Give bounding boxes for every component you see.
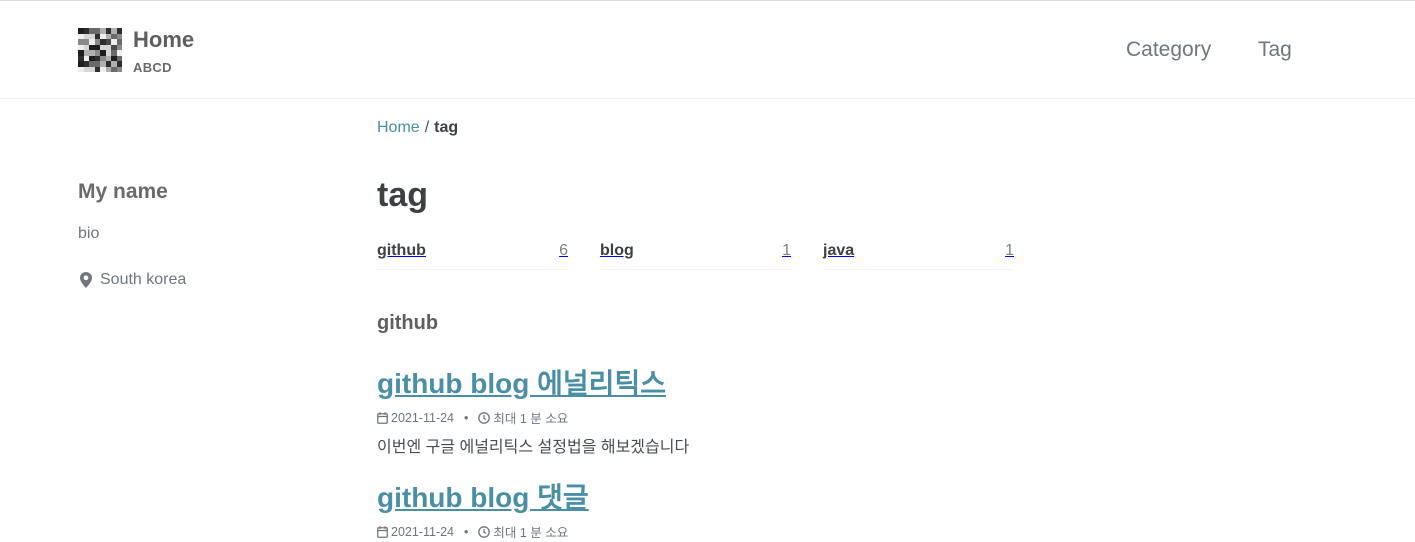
breadcrumb-current: tag [434, 119, 459, 136]
author-location-label: South korea [100, 271, 187, 288]
clock-icon [478, 411, 491, 424]
tag-index-item-java[interactable]: java 1 [823, 242, 1014, 270]
nav-link-tag[interactable]: Tag [1258, 38, 1292, 62]
author-bio: bio [78, 225, 100, 242]
post-meta: 2021-11-24 • 최대 1 분 소요 [377, 408, 689, 427]
calendar-icon [377, 525, 388, 538]
tag-name: blog [600, 242, 634, 259]
author-name: My name [78, 180, 168, 203]
calendar-icon [377, 411, 388, 424]
breadcrumb-home-link[interactable]: Home [377, 119, 420, 136]
page-title: tag [377, 176, 428, 214]
map-marker-icon [80, 272, 92, 288]
post-excerpt: 이번엔 구글 에널리틱스 설정법을 해보겠습니다 [377, 439, 690, 456]
breadcrumb: Home / tag [377, 119, 458, 137]
clock-icon [478, 525, 491, 538]
tag-section-title: github [377, 312, 439, 334]
tag-index-item-blog[interactable]: blog 1 [600, 242, 791, 270]
post-read-time: 최대 1 분 소요 [493, 412, 569, 426]
post-list-item: github blog 에널리틱스 2021-11-24 • 최대 1 분 소요… [377, 362, 689, 457]
tag-count: 1 [1005, 242, 1014, 259]
tag-name: github [377, 242, 426, 259]
nav-link-category[interactable]: Category [1126, 38, 1211, 62]
tag-count: 6 [559, 242, 568, 259]
post-title-link[interactable]: github blog 에널리틱스 [377, 362, 689, 402]
author-location: South korea [80, 271, 186, 289]
site-subtitle: ABCD [133, 60, 172, 75]
meta-separator-dot: • [464, 410, 469, 425]
post-title-link[interactable]: github blog 댓글 [377, 476, 589, 516]
tag-count: 1 [782, 242, 791, 259]
post-read-time: 최대 1 분 소요 [493, 526, 569, 540]
meta-separator-dot: • [464, 524, 469, 539]
site-title-link[interactable]: Home [133, 27, 194, 53]
masthead: Home ABCD Category Tag [0, 1, 1415, 99]
post-date: 2021-11-24 [391, 524, 455, 539]
tag-index: github 6 blog 1 java 1 [377, 242, 1046, 270]
tag-name: java [823, 242, 855, 259]
breadcrumb-separator: / [424, 119, 430, 136]
site-logo-image[interactable] [78, 28, 122, 72]
tag-index-item-github[interactable]: github 6 [377, 242, 568, 270]
post-date: 2021-11-24 [391, 410, 455, 425]
post-list-item: github blog 댓글 2021-11-24 • 최대 1 분 소요 [377, 476, 589, 541]
post-meta: 2021-11-24 • 최대 1 분 소요 [377, 522, 589, 541]
